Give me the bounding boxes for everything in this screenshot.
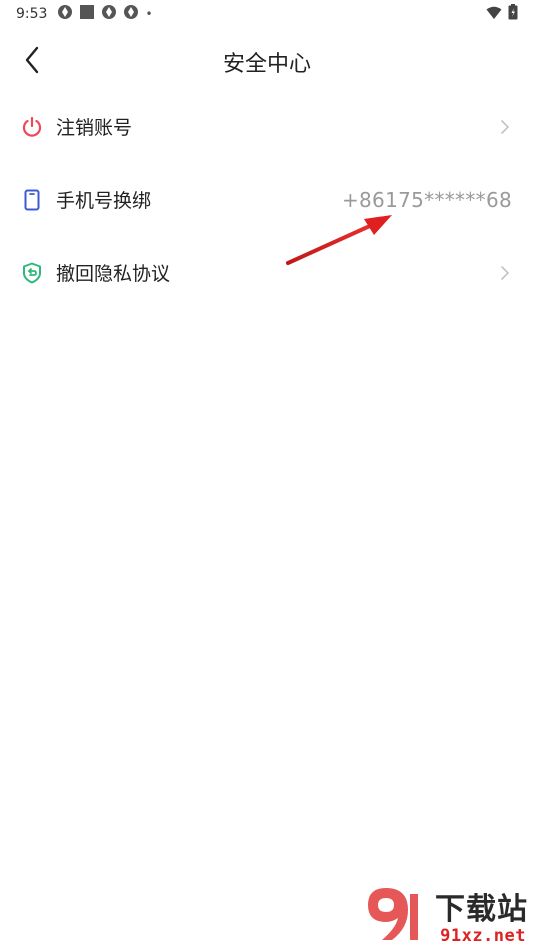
power-icon <box>20 115 44 139</box>
logo-icon <box>368 888 418 940</box>
app-icon <box>123 4 139 24</box>
list-item-cancel-account[interactable]: 注销账号 <box>0 90 534 163</box>
settings-list: 注销账号 手机号换绑 +86175******68 撤回隐私协议 <box>0 90 534 309</box>
item-right <box>498 118 512 136</box>
square-icon <box>79 4 95 24</box>
phone-icon <box>20 188 44 212</box>
page-title: 安全中心 <box>222 52 311 77</box>
chevron-right-icon <box>498 118 512 136</box>
item-label: 手机号换绑 <box>56 190 152 212</box>
watermark-url: 91xz.net <box>440 926 526 946</box>
status-right <box>486 4 518 24</box>
app-icon <box>57 4 73 24</box>
notification-dot: • <box>145 7 153 21</box>
item-label: 撤回隐私协议 <box>56 263 171 285</box>
header: 安全中心 <box>0 36 534 84</box>
list-item-phone-rebind[interactable]: 手机号换绑 +86175******68 <box>0 163 534 236</box>
watermark: 下载站 91xz.net <box>354 880 534 950</box>
shield-icon <box>20 261 44 285</box>
watermark-title: 下载站 <box>435 892 528 927</box>
app-icon <box>101 4 117 24</box>
status-time: 9:53 <box>16 6 48 22</box>
item-label: 注销账号 <box>56 117 133 139</box>
list-item-revoke-privacy[interactable]: 撤回隐私协议 <box>0 236 534 309</box>
item-right <box>498 264 512 282</box>
wifi-icon <box>486 5 502 24</box>
battery-icon <box>508 4 518 24</box>
status-bar: 9:53 • <box>0 0 534 28</box>
status-left: 9:53 • <box>16 4 153 24</box>
annotation-arrow-icon <box>286 215 392 265</box>
chevron-right-icon <box>498 264 512 282</box>
security-center-screen: 9:53 • 安全中心 注销账号 手机号换绑 +86175******68 撤回… <box>0 0 534 950</box>
